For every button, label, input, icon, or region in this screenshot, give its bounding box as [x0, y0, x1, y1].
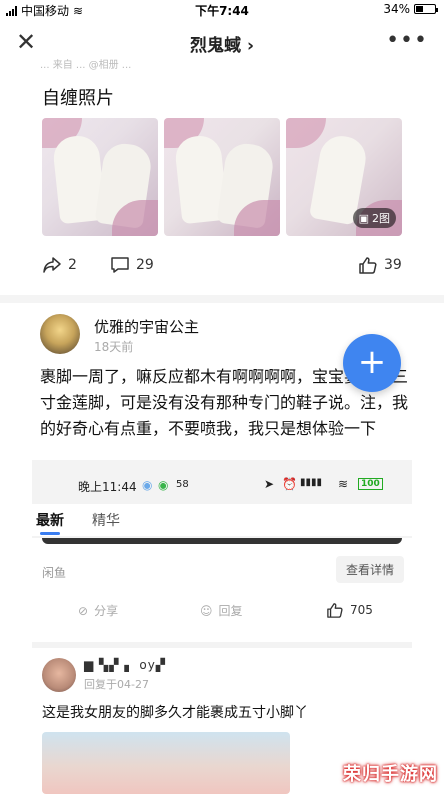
inner-reply-icon: ☺ [200, 603, 213, 618]
inner-like-button[interactable]: 705 [326, 602, 373, 618]
tab-featured[interactable]: 精华 [92, 510, 120, 530]
inner-comment-body: 这是我女朋友的脚多久才能裹成五寸小脚丫 [42, 705, 308, 721]
status-time: 下午7:44 [195, 4, 249, 18]
image-count-badge: ▣ 2图 [352, 208, 396, 228]
status-bar: 中国移动 ≋ 下午7:44 34% [0, 0, 444, 18]
post-meta-blurred: ... 来自 ... @相册 ... [40, 60, 132, 71]
inner-reply-button[interactable]: ☺ 回复 [200, 602, 243, 619]
post-image-1[interactable] [42, 118, 158, 236]
inner-tabs: 最新 精华 [32, 504, 412, 536]
more-icon[interactable]: ••• [386, 28, 428, 53]
inner-card: 闲鱼 查看详情 ⊘ 分享 ☺ 回复 705 [32, 538, 412, 642]
image-count-label: 2图 [372, 212, 390, 225]
inner-share-button[interactable]: ⊘ 分享 [78, 602, 118, 619]
inner-location-icon: ➤ [264, 477, 275, 491]
like-button[interactable]: 39 [358, 256, 402, 274]
tab-latest[interactable]: 最新 [36, 510, 64, 530]
embedded-screenshot: 晚上11:44 ◉ ◉ 58 ➤ ⏰ ▮▮▮▮ ≋ 100 最新 精华 闲鱼 查… [32, 460, 412, 794]
share-button[interactable]: 2 [42, 256, 77, 274]
inner-app-icon: ◉ [142, 478, 153, 492]
inner-wifi-icon: ≋ [338, 477, 349, 491]
comment-count: 29 [136, 257, 154, 273]
inner-thumbs-up-icon [326, 602, 344, 618]
inner-source: 闲鱼 [42, 566, 67, 580]
create-post-button[interactable]: + [343, 334, 401, 392]
share-count: 2 [68, 257, 77, 273]
status-right: 34% [383, 2, 438, 16]
inner-time: 晚上11:44 [78, 480, 137, 494]
like-count: 39 [384, 257, 402, 273]
post-image-3[interactable]: ▣ 2图 [286, 118, 402, 236]
inner-signal-icon: ▮▮▮▮ [300, 477, 323, 488]
tab-underline [40, 532, 60, 535]
post-time: 18天前 [94, 340, 134, 354]
page-title[interactable]: 烈鬼蜮 › [0, 31, 444, 56]
share-icon [42, 256, 62, 274]
inner-avatar[interactable] [42, 658, 76, 692]
inner-battery: 100 [358, 478, 383, 490]
inner-share-label: 分享 [94, 604, 119, 618]
post-actions: 2 29 39 [0, 256, 444, 280]
post-title: 自缠照片 [42, 88, 114, 109]
battery-percent: 34% [383, 2, 410, 16]
inner-wechat-icon: ◉ [158, 478, 169, 492]
inner-image-bottom [42, 538, 402, 544]
post-username[interactable]: 优雅的宇宙公主 [94, 316, 199, 337]
inner-comment-user[interactable]: ▆ ▚▞ ▖ oy▞ [84, 658, 166, 672]
battery-icon [414, 4, 438, 14]
comment-button[interactable]: 29 [110, 256, 154, 274]
site-watermark: 荣归手游网 [343, 764, 438, 785]
inner-share-icon: ⊘ [78, 603, 89, 618]
inner-comment-image[interactable] [42, 732, 290, 794]
thumbs-up-icon [358, 256, 378, 274]
inner-like-count: 705 [350, 603, 373, 617]
view-detail-button[interactable]: 查看详情 [335, 556, 404, 583]
comment-icon [110, 256, 130, 274]
inner-reply-label: 回复 [218, 604, 243, 618]
inner-comment-time: 回复于04-27 [84, 678, 149, 691]
avatar[interactable] [40, 314, 80, 354]
image-icon: ▣ [358, 211, 369, 225]
inner-alarm-icon: ⏰ [282, 477, 297, 491]
post-divider [0, 295, 444, 303]
post-image-2[interactable] [164, 118, 280, 236]
inner-status-num: 58 [176, 479, 189, 490]
inner-status-bar: 晚上11:44 ◉ ◉ 58 ➤ ⏰ ▮▮▮▮ ≋ 100 [32, 476, 412, 494]
screen: 中国移动 ≋ 下午7:44 34% ✕ 烈鬼蜮 › ••• ... 来自 ...… [0, 0, 444, 794]
